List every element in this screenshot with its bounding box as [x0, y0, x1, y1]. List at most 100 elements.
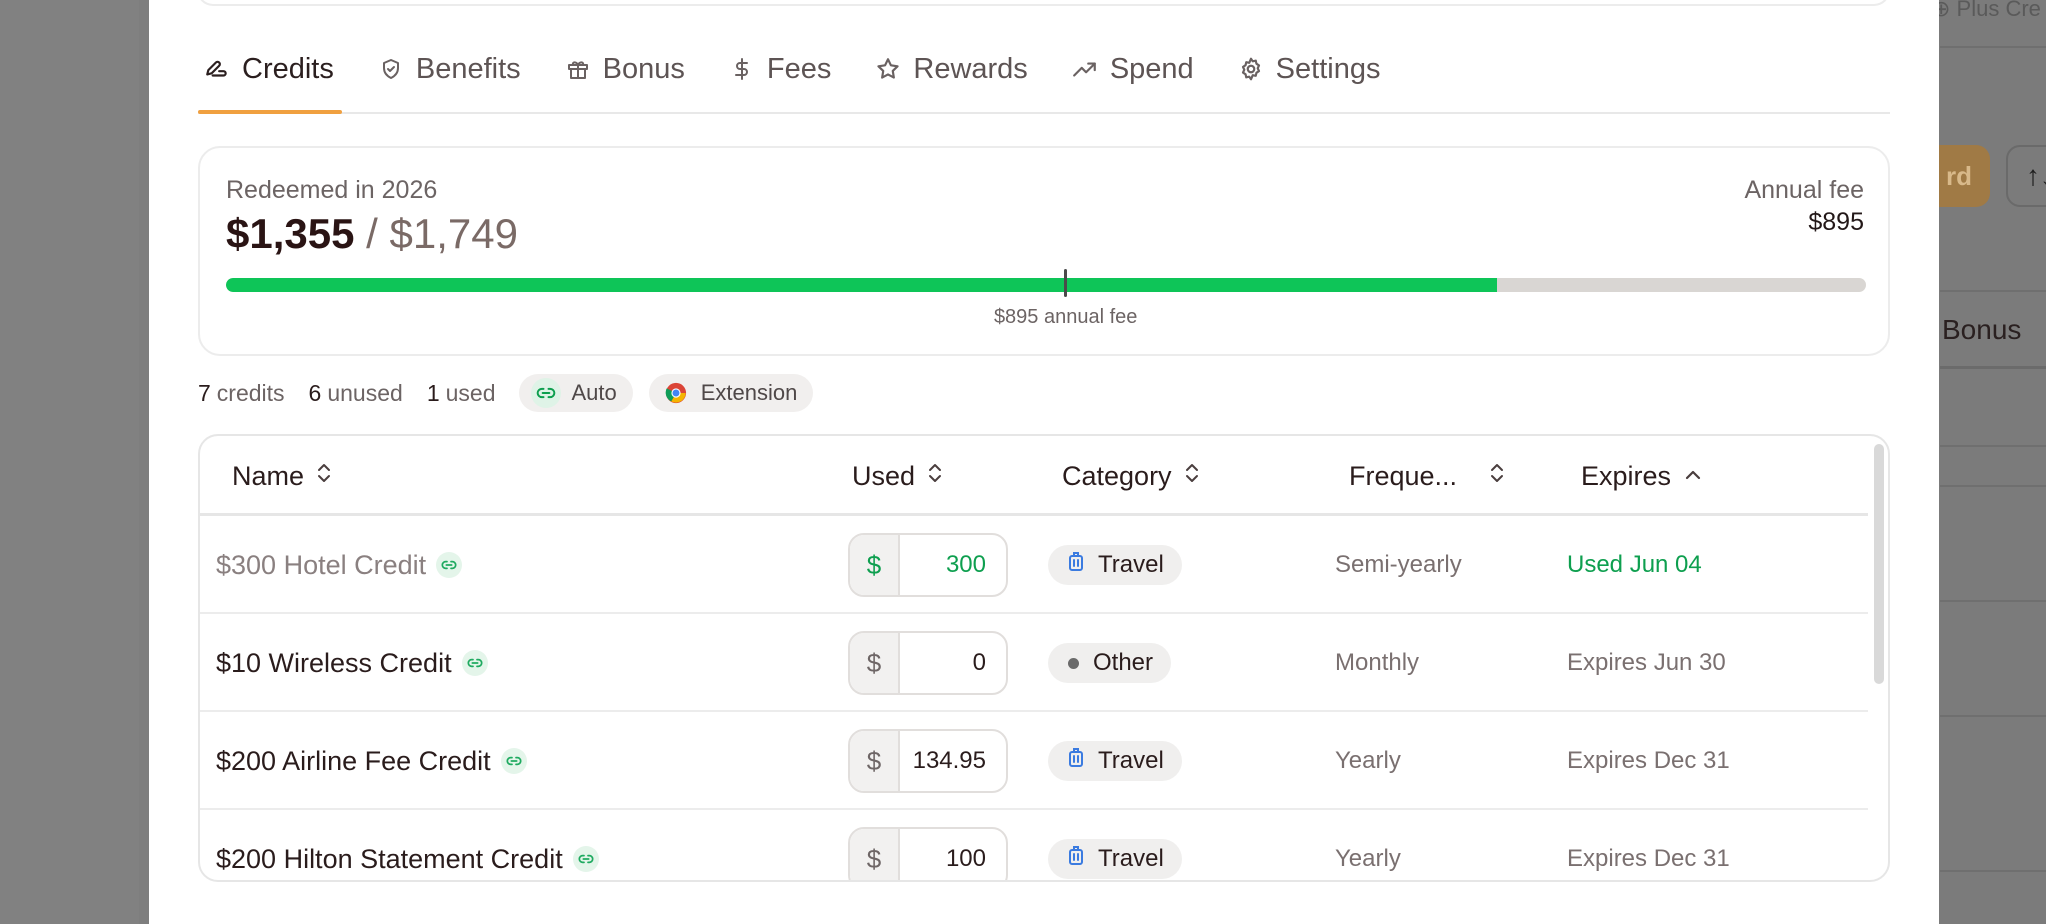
background-divider — [1940, 485, 2046, 487]
column-header-category[interactable]: Category — [1062, 436, 1200, 516]
column-header-expires[interactable]: Expires — [1581, 436, 1703, 516]
unused-count-stat: 6 unused — [308, 379, 403, 406]
tab-benefits[interactable]: Benefits — [372, 40, 529, 98]
background-divider — [1940, 445, 2046, 447]
auto-filter-chip[interactable]: Auto — [519, 374, 633, 412]
link-icon — [461, 650, 488, 676]
auto-label: Auto — [571, 380, 617, 405]
expiry-cell: Expires Dec 31 — [1567, 747, 1730, 774]
redeemed-value: $1,355 — [226, 210, 355, 257]
used-amount-input[interactable]: 100 — [900, 829, 1006, 880]
redeemed-amount: $1,355 / $1,749 — [226, 210, 518, 258]
category-badge: Travel — [1048, 839, 1182, 879]
link-icon — [436, 552, 463, 578]
table-row[interactable]: $10 Wireless Credit $ 0 Other Monthly Ex… — [200, 614, 1868, 712]
expiry-cell: Expires Dec 31 — [1567, 845, 1730, 872]
tab-settings[interactable]: Settings — [1232, 40, 1389, 98]
tab-credits[interactable]: Credits — [198, 40, 342, 114]
redemption-progress-fill — [226, 278, 1497, 292]
background-divider — [1940, 715, 2046, 717]
tab-label: Bonus — [602, 52, 685, 85]
credit-name: $300 Hotel Credit — [216, 516, 463, 614]
tab-spend[interactable]: Spend — [1066, 40, 1202, 98]
sort-icon — [1184, 461, 1200, 492]
gift-icon — [565, 56, 591, 82]
used-amount-input[interactable]: 0 — [900, 633, 1006, 693]
dot-icon — [1068, 657, 1079, 669]
used-count-stat: 1 used — [426, 379, 496, 406]
background-card — [1930, 0, 2046, 924]
table-header: Name Used Category Freque... Expires — [200, 436, 1868, 516]
tab-fees[interactable]: Fees — [723, 40, 839, 98]
column-header-name[interactable]: Name — [232, 436, 332, 516]
redemption-progress-bar — [226, 278, 1866, 292]
annual-fee-marker — [1064, 269, 1068, 297]
chrome-icon — [661, 378, 691, 408]
frequency-cell: Monthly — [1335, 649, 1420, 676]
shield-icon — [378, 56, 404, 82]
category-cell: Travel — [1048, 712, 1182, 810]
tab-label: Rewards — [913, 52, 1028, 85]
used-amount-input[interactable]: 300 — [900, 535, 1006, 595]
annual-fee-marker-caption: $895 annual fee — [993, 306, 1138, 328]
credit-name: $200 Hilton Statement Credit — [216, 810, 599, 880]
luggage-icon — [1068, 551, 1084, 580]
tab-bar: Credits Benefits Bonus Fees Rewards Spen… — [198, 40, 1890, 114]
tab-label: Benefits — [415, 52, 521, 85]
sort-icon — [316, 461, 332, 492]
background-divider — [1940, 870, 2046, 872]
credit-name: $200 Airline Fee Credit — [216, 712, 527, 810]
category-cell: Travel — [1048, 810, 1182, 880]
background-divider — [1940, 600, 2046, 602]
tab-bonus[interactable]: Bonus — [559, 40, 693, 98]
star-icon — [875, 56, 901, 82]
background-sort-button: ↑↓ — [2006, 145, 2046, 207]
currency-symbol: $ — [850, 633, 900, 693]
background-divider — [1940, 290, 2046, 292]
annual-fee-label: Annual fee — [1744, 176, 1864, 204]
credits-count-stat: 7 credits — [198, 379, 285, 406]
credit-stats-row: 7 credits 6 unused 1 used Auto Extension — [198, 374, 829, 412]
sort-icon — [927, 461, 943, 492]
redeemed-label: Redeemed in 2026 — [226, 176, 438, 204]
link-icon — [572, 846, 599, 872]
modal-header-edge — [197, 0, 1890, 6]
tab-label: Spend — [1109, 52, 1194, 85]
table-scrollbar[interactable] — [1874, 444, 1884, 684]
currency-symbol: $ — [850, 535, 900, 595]
used-amount-field[interactable]: $ 300 — [848, 516, 1008, 614]
currency-symbol: $ — [850, 731, 900, 791]
extension-filter-chip[interactable]: Extension — [648, 374, 814, 412]
background-divider — [1940, 46, 2046, 48]
credit-name: $10 Wireless Credit — [216, 614, 488, 712]
frequency-cell: Yearly — [1335, 845, 1401, 872]
tab-label: Credits — [242, 52, 334, 85]
luggage-icon — [1068, 845, 1084, 874]
total-credit-value: $1,749 — [389, 210, 518, 257]
table-row[interactable]: $200 Airline Fee Credit $ 134.95 Travel … — [200, 712, 1868, 810]
category-cell: Other — [1048, 614, 1172, 712]
used-amount-field[interactable]: $ 134.95 — [848, 712, 1008, 810]
sort-ascending-icon — [1683, 461, 1703, 492]
card-detail-modal: Credits Benefits Bonus Fees Rewards Spen… — [149, 0, 1939, 924]
tab-label: Fees — [766, 52, 832, 85]
credits-table: Name Used Category Freque... Expires $30… — [198, 434, 1890, 882]
gear-icon — [1238, 56, 1264, 82]
tab-rewards[interactable]: Rewards — [869, 40, 1035, 98]
used-amount-field[interactable]: $ 0 — [848, 614, 1008, 712]
redemption-summary-card: Redeemed in 2026 $1,355 / $1,749 Annual … — [198, 146, 1890, 356]
column-header-used[interactable]: Used — [852, 436, 943, 516]
credits-icon — [204, 56, 230, 82]
category-badge: Travel — [1048, 545, 1182, 585]
table-row[interactable]: $300 Hotel Credit $ 300 Travel Semi-year… — [200, 516, 1868, 614]
category-badge: Travel — [1048, 741, 1182, 781]
used-amount-field[interactable]: $ 100 — [848, 810, 1008, 880]
category-badge: Other — [1048, 643, 1172, 683]
column-header-frequency[interactable]: Freque... — [1349, 436, 1505, 516]
background-tab-underline — [1940, 366, 2046, 369]
background-tab-bonus: Bonus — [1942, 314, 2022, 345]
frequency-cell: Semi-yearly — [1335, 551, 1462, 578]
background-header-text: ⊕ Plus Cre — [1932, 0, 2041, 21]
table-row[interactable]: $200 Hilton Statement Credit $ 100 Trave… — [200, 810, 1868, 880]
used-amount-input[interactable]: 134.95 — [900, 731, 1006, 791]
